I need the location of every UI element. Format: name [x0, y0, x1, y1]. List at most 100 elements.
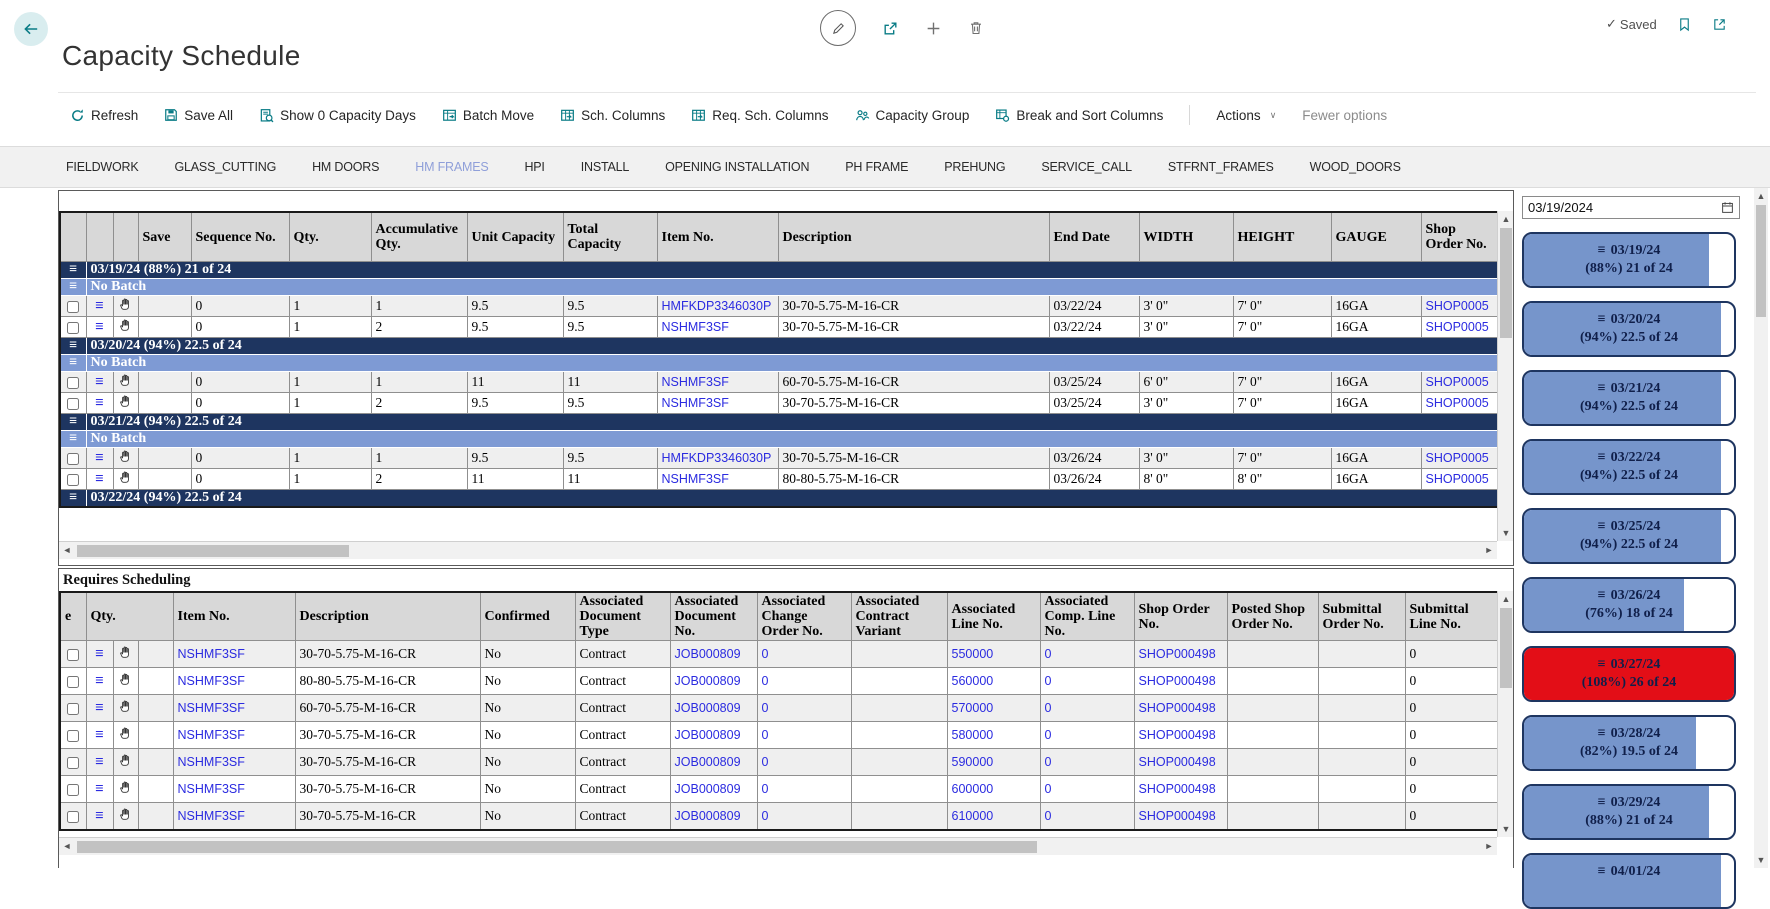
document-no-link[interactable]: JOB000809 [675, 809, 741, 823]
change-order-link[interactable]: 0 [762, 755, 769, 769]
row-menu-icon[interactable]: ≡ [86, 393, 113, 414]
card-menu-icon[interactable]: ≡ [1598, 588, 1606, 603]
row-select-cell[interactable] [60, 296, 86, 317]
toolbar-show-0-capacity-days[interactable]: Show 0 Capacity Days [259, 108, 416, 123]
column-header-end-date[interactable]: End Date [1049, 212, 1139, 262]
column-header-associated-contract-variant[interactable]: Associated Contract Variant [851, 592, 947, 641]
comp-line-no-link[interactable]: 0 [1045, 809, 1052, 823]
column-header-submittal-line-no[interactable]: Submittal Line No. [1405, 592, 1497, 641]
column-header-associated-document-type[interactable]: Associated Document Type [575, 592, 670, 641]
column-header-qty[interactable]: Qty. [289, 212, 371, 262]
tab-install[interactable]: INSTALL [581, 160, 629, 174]
column-header-item-no[interactable]: Item No. [173, 592, 295, 641]
row-drag-handle[interactable] [113, 469, 138, 490]
item-no-link[interactable]: HMFKDP3346030P [662, 451, 772, 465]
document-no-link[interactable]: JOB000809 [675, 674, 741, 688]
shop-order-link[interactable]: SHOP000498 [1139, 728, 1216, 742]
row-menu-icon[interactable]: ≡ [86, 776, 113, 803]
row-select-cell[interactable] [60, 668, 86, 695]
row-drag-handle[interactable] [113, 776, 138, 803]
item-no-link[interactable]: NSHMF3SF [662, 375, 729, 389]
toolbar-save-all[interactable]: Save All [164, 108, 233, 123]
document-no-link[interactable]: JOB000809 [675, 782, 741, 796]
shop-order-link[interactable]: SHOP000498 [1139, 701, 1216, 715]
line-no-link[interactable]: 570000 [952, 701, 994, 715]
change-order-link[interactable]: 0 [762, 647, 769, 661]
row-select-checkbox[interactable] [67, 730, 79, 742]
column-header-description[interactable]: Description [295, 592, 480, 641]
row-select-cell[interactable] [60, 469, 86, 490]
add-icon[interactable] [925, 20, 942, 37]
shop-order-link[interactable]: SHOP000498 [1139, 647, 1216, 661]
tab-glass-cutting[interactable]: GLASS_CUTTING [175, 160, 277, 174]
item-no-link[interactable]: NSHMF3SF [662, 472, 729, 486]
capacity-day-card-04-01-24[interactable]: ≡04/01/24 [1522, 853, 1736, 909]
shop-order-link[interactable]: SHOP000498 [1139, 755, 1216, 769]
tab-hm-doors[interactable]: HM DOORS [312, 160, 379, 174]
column-header-qty[interactable]: Qty. [86, 592, 173, 641]
requires-horizontal-scrollbar[interactable]: ◄ ► [59, 837, 1497, 855]
row-drag-handle[interactable] [113, 372, 138, 393]
shop-order-link[interactable]: SHOP000498 [1139, 674, 1216, 688]
column-header-sequence-no[interactable]: Sequence No. [191, 212, 289, 262]
comp-line-no-link[interactable]: 0 [1045, 728, 1052, 742]
tab-hpi[interactable]: HPI [524, 160, 544, 174]
toolbar-sch-columns[interactable]: Sch. Columns [560, 108, 665, 123]
row-menu-icon[interactable]: ≡ [86, 641, 113, 668]
batch-menu-icon[interactable]: ≡ [60, 431, 86, 448]
row-drag-handle[interactable] [113, 803, 138, 831]
tab-hm-frames[interactable]: HM FRAMES [415, 160, 488, 174]
row-menu-icon[interactable]: ≡ [86, 668, 113, 695]
row-select-cell[interactable] [60, 776, 86, 803]
group-menu-icon[interactable]: ≡ [60, 414, 86, 431]
column-header-shop-order-no[interactable]: Shop Order No. [1134, 592, 1227, 641]
column-header-shop-order-no[interactable]: Shop Order No. [1421, 212, 1497, 262]
change-order-link[interactable]: 0 [762, 809, 769, 823]
row-select-cell[interactable] [60, 448, 86, 469]
capacity-day-card-03-29-24[interactable]: ≡03/29/24(88%) 21 of 24 [1522, 784, 1736, 840]
shop-order-link[interactable]: SHOP0005 [1426, 451, 1489, 465]
item-no-link[interactable]: NSHMF3SF [662, 396, 729, 410]
toolbar-fewer-options[interactable]: Fewer options [1302, 108, 1387, 123]
row-menu-icon[interactable]: ≡ [86, 749, 113, 776]
card-menu-icon[interactable]: ≡ [1598, 864, 1606, 879]
row-drag-handle[interactable] [113, 448, 138, 469]
tab-fieldwork[interactable]: FIELDWORK [66, 160, 139, 174]
row-select-checkbox[interactable] [67, 649, 79, 661]
row-select-checkbox[interactable] [67, 811, 79, 823]
column-header-gauge[interactable]: GAUGE [1331, 212, 1421, 262]
row-select-checkbox[interactable] [67, 453, 79, 465]
item-no-link[interactable]: NSHMF3SF [662, 320, 729, 334]
row-select-cell[interactable] [60, 695, 86, 722]
shop-order-link[interactable]: SHOP000498 [1139, 782, 1216, 796]
column-header-item-no[interactable]: Item No. [657, 212, 778, 262]
bookmark-icon[interactable] [1677, 17, 1692, 32]
share-icon[interactable] [882, 20, 899, 37]
row-drag-handle[interactable] [113, 317, 138, 338]
tab-opening-installation[interactable]: OPENING INSTALLATION [665, 160, 809, 174]
delete-icon[interactable] [968, 20, 984, 36]
row-drag-handle[interactable] [113, 695, 138, 722]
column-header-associated-line-no[interactable]: Associated Line No. [947, 592, 1040, 641]
row-select-checkbox[interactable] [67, 322, 79, 334]
schedule-vertical-scrollbar[interactable]: ▲ ▼ [1497, 211, 1513, 541]
capacity-day-card-03-27-24[interactable]: ≡03/27/24(108%) 26 of 24 [1522, 646, 1736, 702]
row-select-cell[interactable] [60, 722, 86, 749]
capacity-day-card-03-26-24[interactable]: ≡03/26/24(76%) 18 of 24 [1522, 577, 1736, 633]
column-header-width[interactable]: WIDTH [1139, 212, 1233, 262]
item-no-link[interactable]: NSHMF3SF [178, 674, 245, 688]
batch-menu-icon[interactable]: ≡ [60, 355, 86, 372]
row-drag-handle[interactable] [113, 641, 138, 668]
item-no-link[interactable]: NSHMF3SF [178, 728, 245, 742]
column-header-blank[interactable] [60, 212, 86, 262]
row-select-cell[interactable] [60, 803, 86, 831]
line-no-link[interactable]: 600000 [952, 782, 994, 796]
row-select-checkbox[interactable] [67, 377, 79, 389]
item-no-link[interactable]: NSHMF3SF [178, 755, 245, 769]
row-menu-icon[interactable]: ≡ [86, 469, 113, 490]
comp-line-no-link[interactable]: 0 [1045, 701, 1052, 715]
row-select-cell[interactable] [60, 641, 86, 668]
row-menu-icon[interactable]: ≡ [86, 695, 113, 722]
column-header-blank[interactable] [113, 212, 138, 262]
tab-stfrnt-frames[interactable]: STFRNT_FRAMES [1168, 160, 1274, 174]
